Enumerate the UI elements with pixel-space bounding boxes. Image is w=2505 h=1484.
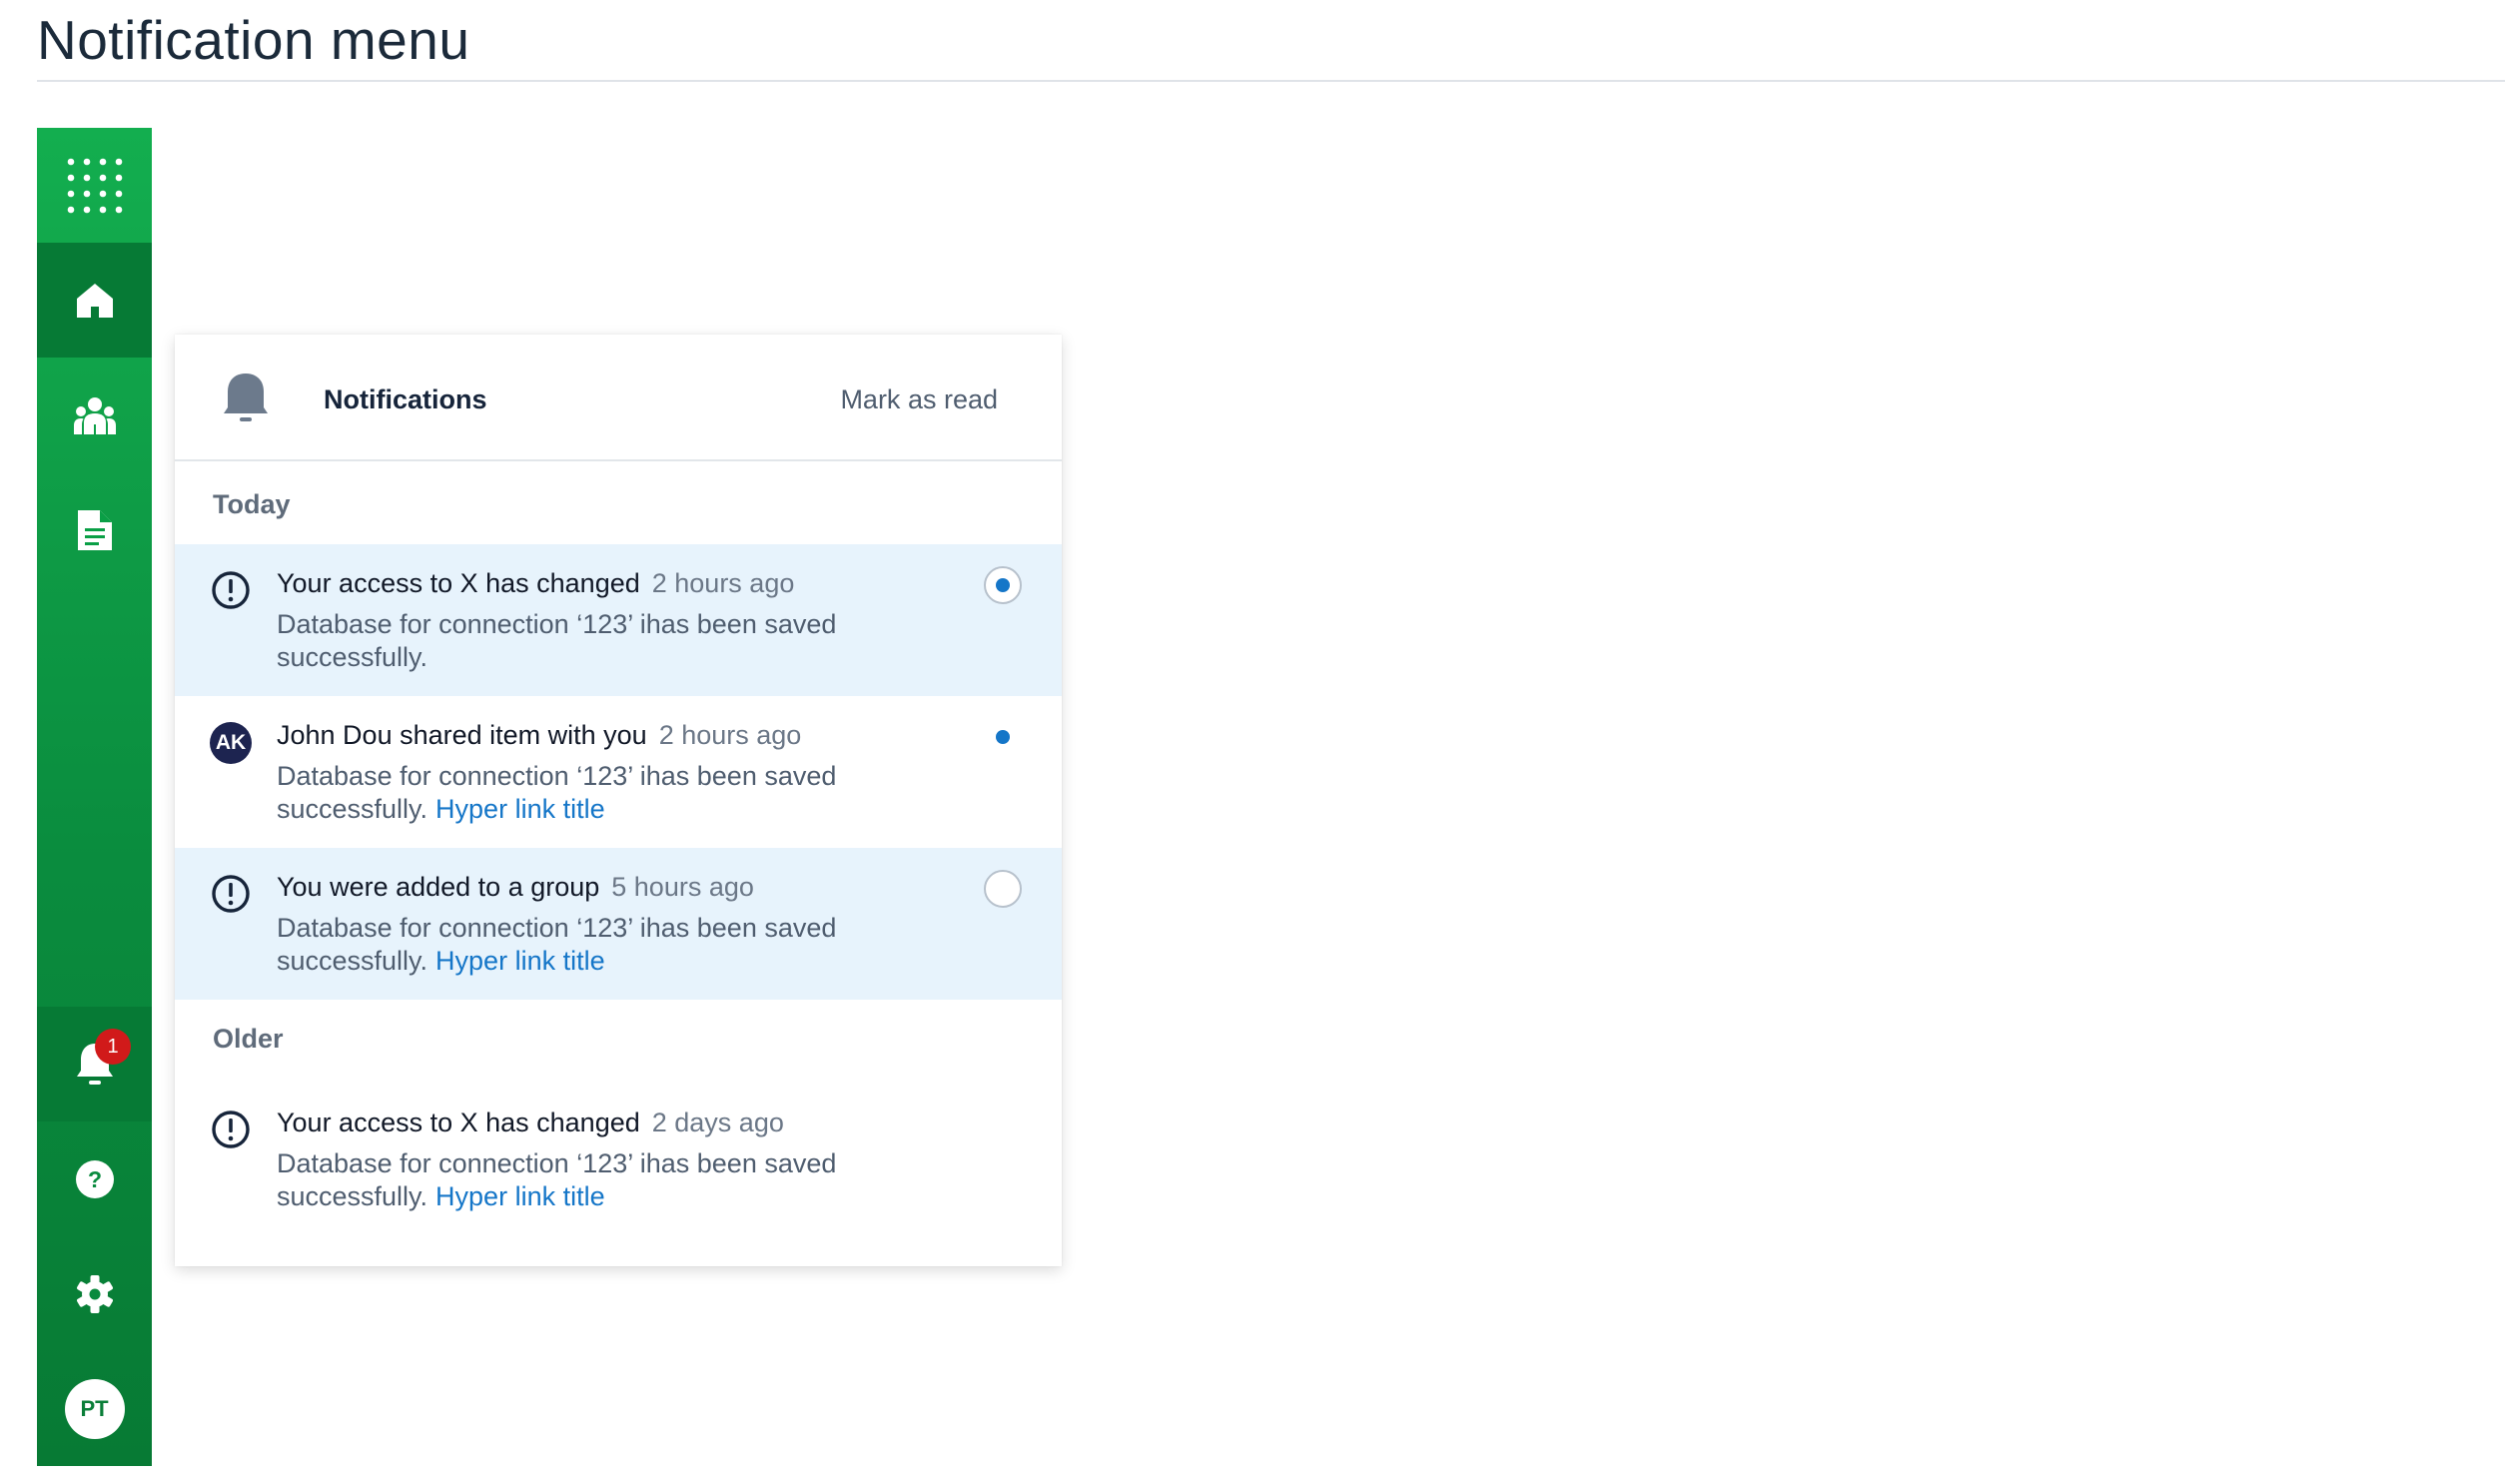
section-label-today: Today: [213, 489, 291, 519]
notification-item[interactable]: Your access to X has changed 2 hours ago …: [175, 544, 1062, 696]
notification-title-text: Your access to X has changed: [277, 1108, 640, 1137]
notification-title-text: You were added to a group: [277, 872, 600, 902]
read-status-toggle[interactable]: [984, 718, 1022, 756]
svg-text:?: ?: [87, 1166, 101, 1192]
grid-icon: [67, 158, 122, 213]
hyperlink[interactable]: Hyper link title: [435, 794, 605, 824]
unread-dot: [996, 578, 1010, 592]
notification-item[interactable]: You were added to a group 5 hours ago Dat…: [175, 848, 1062, 1000]
help-icon: ?: [75, 1159, 114, 1198]
read-status-toggle[interactable]: [984, 870, 1022, 908]
notification-title-text: John Dou shared item with you: [277, 720, 647, 750]
document-icon: [77, 509, 112, 550]
sidebar: 1 ? PT: [37, 128, 152, 1466]
hyperlink[interactable]: Hyper link title: [435, 1181, 605, 1211]
user-avatar: PT: [64, 1378, 125, 1439]
notification-title: John Dou shared item with you 2 hours ago: [277, 720, 801, 751]
sidebar-item-documents[interactable]: [37, 472, 152, 587]
notification-body: Database for connection ‘123’ ihas been …: [277, 1147, 916, 1213]
alert-icon: [212, 875, 250, 913]
bell-icon: [224, 373, 268, 421]
notification-body: Database for connection ‘123’ ihas been …: [277, 760, 916, 826]
panel-title: Notifications: [324, 384, 487, 414]
notification-item[interactable]: Your access to X has changed 2 days ago D…: [175, 1084, 1062, 1235]
users-icon: [73, 396, 116, 434]
notification-time: 2 hours ago: [651, 568, 795, 598]
section-label-older: Older: [213, 1024, 284, 1054]
gear-icon: [76, 1274, 113, 1313]
sidebar-item-settings[interactable]: [37, 1236, 152, 1351]
notification-title: Your access to X has changed 2 hours ago: [277, 568, 794, 599]
home-icon: [76, 283, 113, 318]
alert-icon: [212, 571, 250, 609]
read-status-toggle[interactable]: [984, 566, 1022, 604]
avatar: AK: [210, 722, 252, 764]
notification-time: 2 days ago: [651, 1108, 784, 1137]
unread-dot: [996, 730, 1010, 744]
sidebar-item-notifications[interactable]: 1: [37, 1007, 152, 1121]
panel-header: Notifications Mark as read: [175, 335, 1062, 461]
notification-body: Database for connection ‘123’ ihas been …: [277, 609, 837, 672]
notification-title-text: Your access to X has changed: [277, 568, 640, 598]
mark-as-read-button[interactable]: Mark as read: [840, 384, 998, 415]
hyperlink[interactable]: Hyper link title: [435, 946, 605, 976]
page-title: Notification menu: [37, 9, 470, 71]
notification-item[interactable]: AK John Dou shared item with you 2 hours …: [175, 696, 1062, 848]
title-divider: [37, 80, 2505, 82]
notification-time: 5 hours ago: [611, 872, 754, 902]
sidebar-item-users[interactable]: [37, 358, 152, 472]
alert-icon: [212, 1111, 250, 1148]
sidebar-item-home[interactable]: [37, 243, 152, 358]
notification-panel: Notifications Mark as read Today Your ac…: [175, 335, 1062, 1266]
notification-badge: 1: [95, 1029, 131, 1065]
notification-time: 2 hours ago: [658, 720, 802, 750]
notification-title: Your access to X has changed 2 days ago: [277, 1108, 784, 1138]
sidebar-item-profile[interactable]: PT: [37, 1351, 152, 1466]
notification-title: You were added to a group 5 hours ago: [277, 872, 754, 903]
sidebar-item-help[interactable]: ?: [37, 1121, 152, 1236]
notification-body: Database for connection ‘123’ ihas been …: [277, 912, 916, 978]
sidebar-item-apps[interactable]: [37, 128, 152, 243]
